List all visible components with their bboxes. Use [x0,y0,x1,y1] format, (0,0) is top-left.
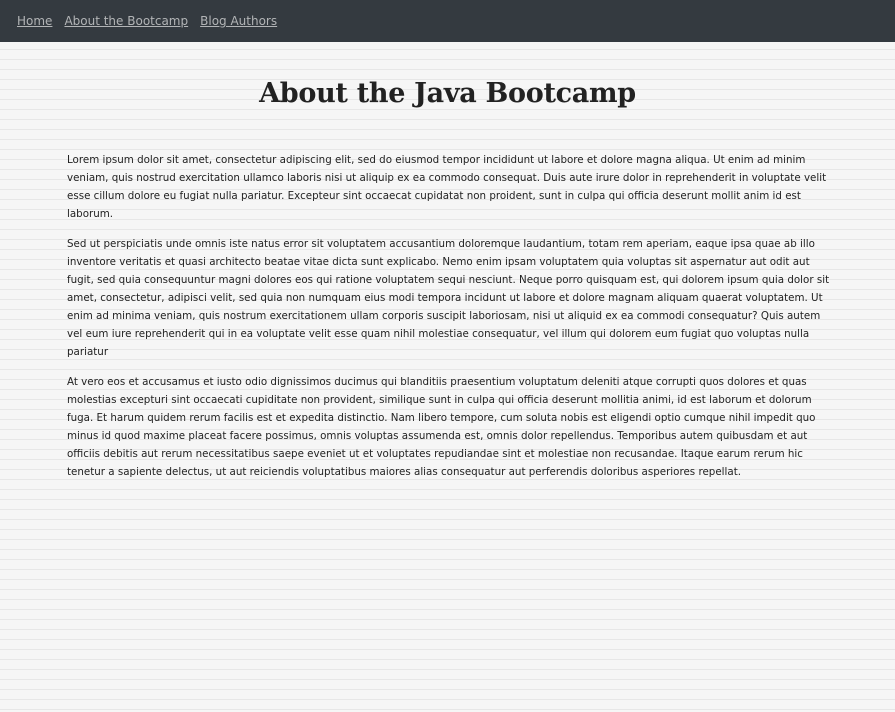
content-paragraph-2: Sed ut perspiciatis unde omnis iste natu… [67,238,830,358]
nav-link-blog-authors[interactable]: Blog Authors [200,15,277,27]
main-content: Lorem ipsum dolor sit amet, consectetur … [67,151,832,493]
nav-link-home[interactable]: Home [17,15,52,27]
nav-link-about-the-bootcamp[interactable]: About the Bootcamp [64,15,188,27]
page-title: About the Java Bootcamp [259,78,636,109]
content-paragraph-1: Lorem ipsum dolor sit amet, consectetur … [67,154,827,220]
top-navbar: Home About the Bootcamp Blog Authors [0,0,895,42]
content-paragraph-3: At vero eos et accusamus et iusto odio d… [67,376,816,478]
